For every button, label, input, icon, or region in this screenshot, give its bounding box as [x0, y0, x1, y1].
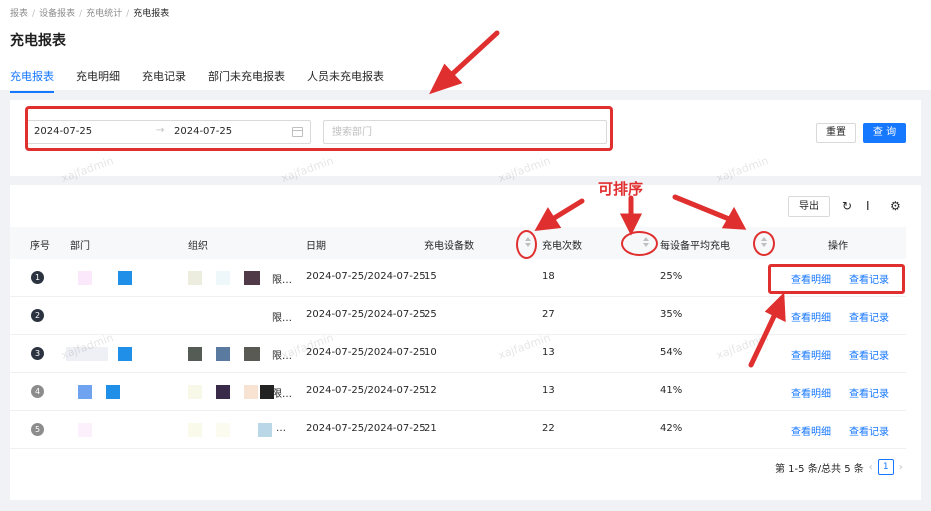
arrow-head [721, 206, 747, 230]
annotation-arrows [429, 30, 786, 368]
arrow-head [534, 207, 562, 232]
arrow-to-sort-1 [548, 198, 585, 223]
arrow-to-sort-3 [672, 194, 732, 222]
arrow-head [764, 292, 786, 323]
arrow-to-actions [748, 309, 779, 368]
arrow-to-tabs [445, 30, 500, 81]
arrow-head [619, 213, 643, 236]
